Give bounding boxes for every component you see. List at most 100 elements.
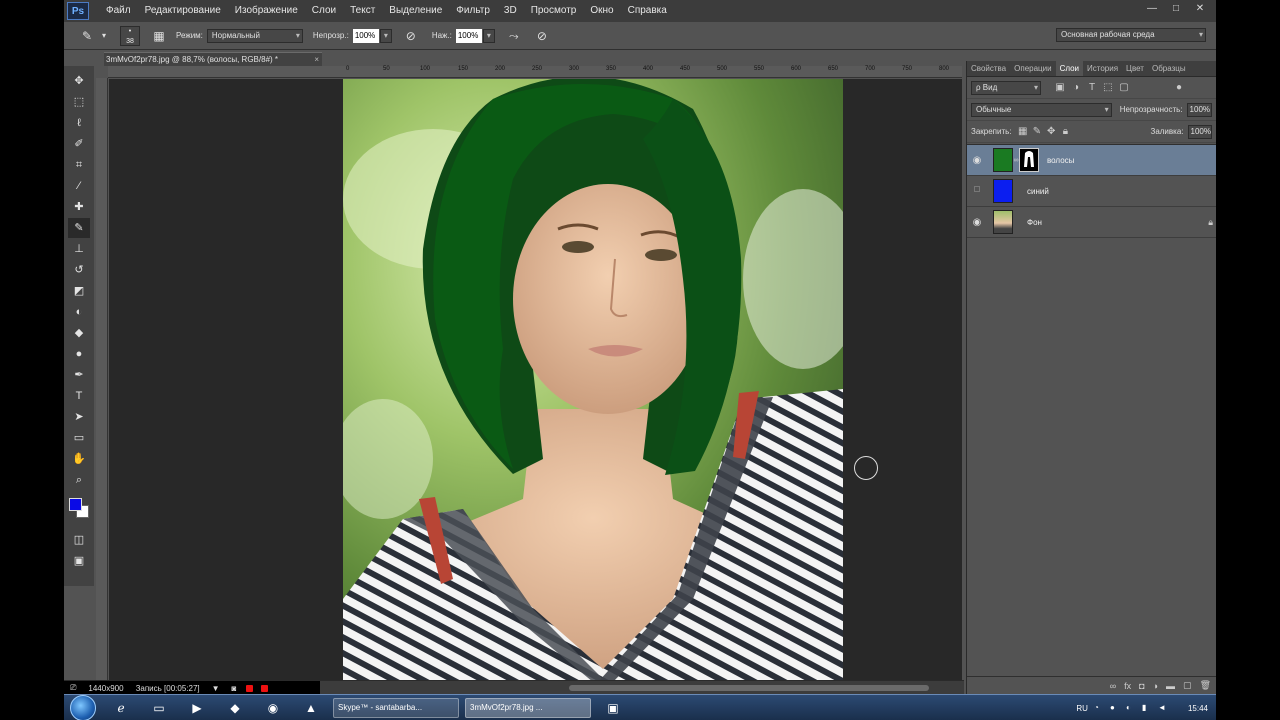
eraser-tool[interactable]: ◩: [68, 281, 90, 301]
eyedropper-tool[interactable]: ⁄: [68, 176, 90, 196]
foreground-color-swatch[interactable]: [69, 498, 82, 511]
path-select-tool[interactable]: ➤: [68, 407, 90, 427]
filter-smart-icon[interactable]: ▢: [1117, 81, 1131, 95]
visibility-toggle[interactable]: [967, 186, 987, 196]
tab-close-icon[interactable]: ×: [314, 53, 319, 66]
brush-preset-icon[interactable]: ✎: [78, 27, 96, 45]
menu-select[interactable]: Выделение: [382, 0, 449, 22]
workspace-select[interactable]: Основная рабочая среда: [1056, 28, 1206, 42]
filter-adjust-icon[interactable]: ◑: [1069, 81, 1083, 95]
new-layer-icon[interactable]: ▢: [1183, 680, 1192, 691]
pen-tool[interactable]: ✒: [68, 365, 90, 385]
quick-select-tool[interactable]: ✐: [68, 134, 90, 154]
explorer-icon[interactable]: ▭: [146, 698, 172, 718]
type-tool[interactable]: T: [68, 386, 90, 406]
close-button[interactable]: ✕: [1190, 2, 1210, 16]
flow-slider-toggle[interactable]: ▾: [482, 28, 495, 43]
stop-icon[interactable]: [261, 684, 269, 692]
link-layers-icon[interactable]: ∞: [1110, 681, 1116, 691]
maximize-button[interactable]: □: [1166, 2, 1186, 16]
menu-edit[interactable]: Редактирование: [138, 0, 228, 22]
adjustment-layer-icon[interactable]: ◑: [1153, 681, 1158, 691]
language-indicator[interactable]: RU: [1076, 704, 1088, 713]
stamp-tool[interactable]: ⊥: [68, 239, 90, 259]
app-icon[interactable]: ◆: [222, 698, 248, 718]
new-group-icon[interactable]: ▬: [1166, 681, 1175, 691]
tab-actions[interactable]: Операции: [1010, 61, 1055, 76]
move-tool[interactable]: ✥: [68, 71, 90, 91]
filter-pixel-icon[interactable]: ▣: [1053, 81, 1067, 95]
tab-color[interactable]: Цвет: [1122, 61, 1148, 76]
clock[interactable]: 15:44: [1188, 704, 1208, 713]
airbrush-icon[interactable]: ⤳: [505, 27, 523, 45]
pause-icon[interactable]: ▼: [212, 684, 220, 693]
menu-window[interactable]: Окно: [583, 0, 620, 22]
tab-history[interactable]: История: [1083, 61, 1122, 76]
layer-item-blue[interactable]: синий: [967, 176, 1216, 207]
menu-filter[interactable]: Фильтр: [449, 0, 497, 22]
opacity-input[interactable]: 100%: [352, 28, 379, 43]
blur-tool[interactable]: ◆: [68, 323, 90, 343]
layer-opacity-input[interactable]: 100%: [1186, 102, 1212, 117]
layer-item-hair[interactable]: ◉ ∞ волосы: [967, 145, 1216, 176]
tab-swatches[interactable]: Образцы: [1148, 61, 1190, 76]
ie-icon[interactable]: ℯ: [108, 698, 134, 718]
volume-icon[interactable]: ◄: [1158, 703, 1168, 713]
add-mask-icon[interactable]: ◘: [1139, 681, 1144, 691]
gradient-tool[interactable]: ◐: [68, 302, 90, 322]
filter-type-icon[interactable]: T: [1085, 81, 1099, 95]
screen-mode-icon[interactable]: ▣: [68, 551, 90, 571]
brush-tool[interactable]: ✎: [68, 217, 90, 238]
lock-all-icon[interactable]: 🔒︎: [1059, 125, 1071, 139]
eye-icon[interactable]: ◉: [967, 217, 987, 228]
minimize-button[interactable]: —: [1142, 2, 1162, 16]
healing-tool[interactable]: ✚: [68, 197, 90, 217]
fill-input[interactable]: 100%: [1187, 124, 1212, 139]
fx-icon[interactable]: fx: [1124, 681, 1131, 691]
green-app-icon[interactable]: ▲: [298, 698, 324, 718]
flow-input[interactable]: 100%: [455, 28, 482, 43]
brush-size-picker[interactable]: • 38: [120, 25, 140, 46]
chevron-down-icon[interactable]: ▾: [100, 27, 108, 45]
lock-move-icon[interactable]: ✥: [1045, 125, 1057, 139]
start-button[interactable]: [70, 694, 96, 720]
menu-type[interactable]: Текст: [343, 0, 382, 22]
taskbar-task-photoshop[interactable]: 3mMvOf2pr78.jpg ...: [465, 697, 591, 718]
menu-view[interactable]: Просмотр: [524, 0, 584, 22]
lock-transparent-icon[interactable]: ▦: [1017, 125, 1029, 139]
menu-help[interactable]: Справка: [621, 0, 674, 22]
blend-mode-select[interactable]: Обычные: [971, 102, 1112, 117]
chrome-icon[interactable]: ◉: [260, 698, 286, 718]
zoom-tool[interactable]: ⌕: [68, 470, 90, 490]
layer-item-background[interactable]: ◉ Фон 🔒︎: [967, 207, 1216, 238]
brush-panel-icon[interactable]: ▦: [150, 27, 168, 45]
media-player-icon[interactable]: ▶: [184, 698, 210, 718]
eye-icon[interactable]: ◉: [967, 155, 987, 166]
tab-properties[interactable]: Свойства: [967, 61, 1010, 76]
tray-icon[interactable]: ◔: [1094, 703, 1104, 713]
history-brush-tool[interactable]: ↺: [68, 260, 90, 280]
filter-shape-icon[interactable]: ⬚: [1101, 81, 1115, 95]
layer-mask-thumbnail[interactable]: [1019, 148, 1039, 172]
menu-layers[interactable]: Слои: [305, 0, 343, 22]
camera-icon[interactable]: ◙: [232, 684, 237, 693]
menu-3d[interactable]: 3D: [497, 0, 524, 22]
menu-file[interactable]: Файл: [99, 0, 138, 22]
marquee-tool[interactable]: ⬚: [68, 92, 90, 112]
opacity-slider-toggle[interactable]: ▾: [379, 28, 392, 43]
taskbar-task-skype[interactable]: Skype™ - santabarba...: [333, 697, 459, 718]
quick-mask-icon[interactable]: ◫: [68, 530, 90, 550]
shape-tool[interactable]: ▭: [68, 428, 90, 448]
hand-tool[interactable]: ✋: [68, 449, 90, 469]
network-icon[interactable]: ▮: [1142, 703, 1152, 713]
document-tab[interactable]: 3mMvOf2pr78.jpg @ 88,7% (волосы, RGB/8#)…: [104, 52, 322, 66]
tab-layers[interactable]: Слои: [1055, 61, 1084, 76]
lasso-tool[interactable]: ℓ: [68, 113, 90, 133]
pressure-opacity-icon[interactable]: ⊘: [402, 27, 420, 45]
monitor-icon[interactable]: ▣: [600, 698, 626, 718]
crop-tool[interactable]: ⌗: [68, 155, 90, 175]
layer-filter-select[interactable]: ρ Вид: [971, 80, 1041, 95]
horizontal-scrollbar[interactable]: [569, 685, 929, 691]
tray-icon[interactable]: ◐: [1126, 703, 1136, 713]
tray-icon[interactable]: ●: [1110, 703, 1120, 713]
